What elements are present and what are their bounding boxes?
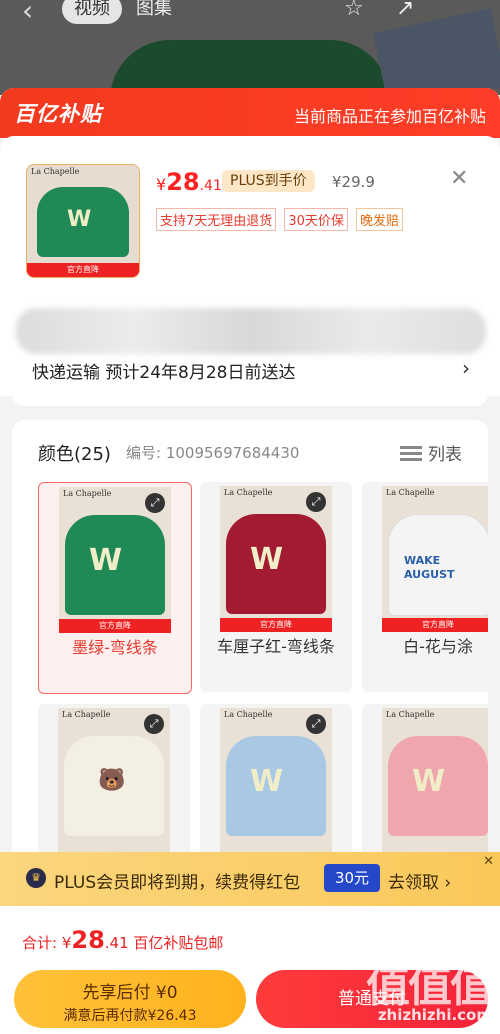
pay-later-button[interactable]: 先享后付 ¥0 满意后再付款¥26.43 [14,970,246,1028]
zoom-icon[interactable]: ⤢ [306,492,326,512]
zoom-icon[interactable]: ⤢ [145,493,165,513]
price: ¥28.41 [156,168,222,196]
color-option-image: La Chapelle W [382,708,488,854]
original-price: ¥29.9 [332,173,375,191]
tab-video[interactable]: 视频 [62,0,122,24]
list-view-button[interactable]: 列表 [400,440,462,465]
service-tag-return: 支持7天无理由退货 [156,208,277,231]
coupon-badge: 30元 [324,864,380,892]
plus-price-tag: PLUS到手价 [222,170,315,192]
shirt-print: W [250,764,284,799]
tile-badge: 官方直降 [382,618,488,632]
brand-logo: La Chapelle [224,710,273,719]
brand-logo: La Chapelle [386,710,435,719]
brand-logo: La Chapelle [224,488,273,497]
media-nav: ‹ 视频 图集 ☆ ↗ [0,0,500,30]
shipping-estimate: 快递运输 预计24年8月28日前送达 [32,363,296,383]
crown-icon: ♛ [26,868,46,888]
shirt-print-text: WAKE AUGUST [404,554,455,581]
color-option-label: 墨绿-弯线条 [72,638,158,657]
service-tag-price-protect: 30天价保 [284,208,348,231]
tab-gallery[interactable]: 图集 [136,0,172,24]
shirt-print: W [89,543,123,578]
service-tags: 支持7天无理由退货 30天价保 晚发赔 [156,208,406,231]
chevron-left-icon[interactable]: ‹ [22,0,33,27]
close-icon[interactable]: ✕ [450,166,468,191]
zoom-icon[interactable]: ⤢ [306,714,326,734]
color-title: 颜色(25) [38,444,111,465]
star-icon[interactable]: ☆ [344,0,364,21]
total-suffix: 百亿补贴包邮 [133,934,224,952]
brand-logo: La Chapelle [62,710,111,719]
price-integer: 28 [166,168,200,196]
color-option-image: La Chapelle 🐻 ⤢ [58,708,170,854]
color-option-image: La Chapelle W 官方直降 ⤢ [59,487,171,633]
total-decimal: .41 [104,934,129,952]
shirt-print: W [250,542,284,577]
color-option-white-flower[interactable]: La Chapelle WAKE AUGUST 官方直降 白-花与涂 [362,482,488,692]
tile-badge: 官方直降 [220,618,332,632]
total-integer: 28 [71,926,105,954]
sku-selection-sheet: 百亿补贴 当前商品正在参加百亿补贴 La Chapelle W 官方直降 ¥28… [0,88,500,1034]
blurred-address [16,308,486,354]
shirt-print: W [67,207,92,232]
product-thumbnail[interactable]: La Chapelle W 官方直降 [26,164,140,278]
pay-later-title: 先享后付 ¥0 [82,983,178,1003]
chevron-right-icon[interactable]: › [462,356,470,380]
color-selector: 颜色(25) 编号: 10095697684430 列表 La Chapelle… [12,420,488,890]
subsidy-banner: 百亿补贴 当前商品正在参加百亿补贴 [0,88,500,138]
service-tag-late-comp: 晚发赔 [356,208,404,231]
close-icon[interactable]: ✕ [483,854,494,869]
brand-logo: La Chapelle [31,167,80,176]
zoom-icon[interactable]: ⤢ [144,714,164,734]
color-option-label: 车厘子红-弯线条 [217,637,335,656]
bear-print-icon: 🐻 [98,768,126,793]
color-option-image: La Chapelle WAKE AUGUST 官方直降 [382,486,488,632]
share-icon[interactable]: ↗ [396,0,414,21]
color-option-image: La Chapelle W ⤢ [220,708,332,854]
total-prefix: 合计: ¥ [22,934,72,952]
color-option-label: 白-花与涂 [403,637,473,656]
subsidy-logo: 百亿补贴 [14,102,102,126]
product-code: 编号: 10095697684430 [126,444,300,462]
color-grid: La Chapelle W 官方直降 ⤢ 墨绿-弯线条 La Chapelle … [38,482,488,890]
product-media-background: ‹ 视频 图集 ☆ ↗ [0,0,500,95]
shirt-print: W [412,764,446,799]
color-option-cherry-red[interactable]: La Chapelle W 官方直降 ⤢ 车厘子红-弯线条 [200,482,352,692]
price-currency: ¥ [156,175,167,194]
tile-badge: 官方直降 [59,619,171,633]
color-option-image: La Chapelle W 官方直降 ⤢ [220,486,332,632]
list-icon [400,446,422,462]
brand-logo: La Chapelle [386,488,435,497]
watermark-url: zhizhizhi.com [377,1006,492,1024]
color-option-dark-green[interactable]: La Chapelle W 官方直降 ⤢ 墨绿-弯线条 [38,482,192,694]
brand-logo: La Chapelle [63,489,112,498]
plus-renewal-text: PLUS会员即将到期，续费得红包 [54,873,301,893]
background-shirt-image [110,40,390,95]
claim-link[interactable]: 去领取 › [388,868,451,893]
thumb-badge: 官方直降 [27,263,139,277]
subsidy-note: 当前商品正在参加百亿补贴 [293,107,486,126]
plus-renewal-bar[interactable]: ♛ PLUS会员即将到期，续费得红包 30元 去领取 › ✕ [0,852,500,906]
watermark-logo: 值值值 [366,961,494,1012]
address-card[interactable]: 快递运输 预计24年8月28日前送达 › [12,294,488,406]
list-view-label: 列表 [428,445,462,465]
pay-later-subtitle: 满意后再付款¥26.43 [63,1008,197,1024]
order-total: 合计: ¥28.41 百亿补贴包邮 [22,926,223,954]
price-decimal: .41 [199,178,222,194]
